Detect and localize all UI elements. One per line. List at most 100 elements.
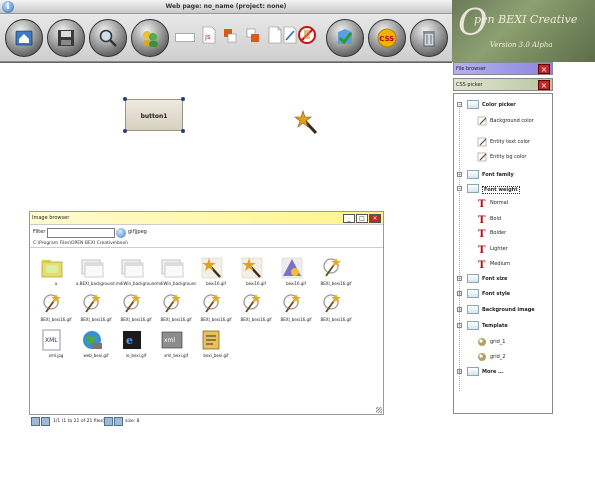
file-label: BEXI_bexi16.gif	[320, 317, 352, 322]
edit-icon[interactable]	[283, 26, 297, 44]
globe-icon	[83, 331, 102, 349]
close-icon[interactable]: ×	[369, 214, 381, 223]
tree-item[interactable]: Normal	[490, 200, 508, 206]
tree-category[interactable]: Color picker	[482, 102, 516, 108]
file-label: xml.jpg	[48, 353, 64, 358]
last-page-icon[interactable]	[114, 417, 123, 426]
tree-expander-icon[interactable]: −	[457, 102, 462, 107]
file-item[interactable]: BEXI_bexi16.gif	[236, 292, 272, 328]
resize-handle-bl[interactable]	[123, 129, 127, 133]
pager-text: 1/1 (1 to 21 of 21 files)	[53, 419, 105, 424]
trash-button[interactable]	[410, 19, 448, 57]
tree-category[interactable]: Background image	[482, 307, 535, 313]
home-button[interactable]	[5, 19, 43, 57]
file-label: bexi16.gif	[206, 281, 226, 286]
file-item[interactable]: BEXI_bexi16.gif	[316, 256, 352, 292]
canvas-button[interactable]: button1	[125, 99, 183, 131]
close-icon[interactable]: ×	[538, 64, 550, 74]
layer-back-icon[interactable]	[223, 26, 237, 44]
prev-page-icon[interactable]	[41, 417, 50, 426]
save-icon	[58, 30, 74, 46]
tree-item[interactable]: grid_1	[490, 339, 505, 345]
tree-item[interactable]: Medium	[490, 261, 510, 267]
tree-item[interactable]: Background color	[490, 118, 534, 124]
shapes-icon	[281, 257, 303, 279]
tree-expander-icon[interactable]: +	[457, 172, 462, 177]
file-item[interactable]: BEXI_bexi16.gif	[276, 292, 312, 328]
users-button[interactable]	[131, 19, 169, 57]
resize-handle-tr[interactable]	[181, 97, 185, 101]
tree-item[interactable]: Lighter	[490, 246, 508, 252]
file-item[interactable]: BEXI_bexi16.gif	[156, 292, 192, 328]
file-label: BEXI_bexi16.gif	[320, 281, 352, 286]
no-icon[interactable]	[298, 24, 316, 46]
file-item[interactable]: bexi_bexi.gif	[196, 328, 232, 364]
file-item[interactable]: mdiWin_background_title.gif	[116, 256, 156, 292]
file-label: BEXI_bexi16.gif	[280, 317, 312, 322]
tree-expander-icon[interactable]: +	[457, 369, 462, 374]
tree-expander-icon[interactable]: −	[457, 323, 462, 328]
tree-expander-icon[interactable]: −	[457, 186, 462, 191]
tree-category[interactable]: Font style	[482, 291, 510, 297]
color-picker-icon	[477, 152, 487, 162]
file-item[interactable]: xml xml_bexi.gif	[156, 328, 192, 364]
tree-category[interactable]: Font weight	[482, 186, 520, 194]
validate-button[interactable]	[326, 19, 364, 57]
page-icon[interactable]	[268, 26, 282, 44]
tree-item[interactable]: Bolder	[490, 230, 506, 236]
file-item[interactable]: BEXI_bexi16.gif	[196, 292, 232, 328]
magic-wand-icon	[163, 294, 181, 313]
file-item[interactable]: web_bexi.gif	[76, 328, 112, 364]
tree-expander-icon[interactable]: +	[457, 276, 462, 281]
file-item[interactable]: e ie_bexi.gif	[116, 328, 152, 364]
file-item[interactable]: bexi16.gif	[236, 256, 272, 292]
js-icon[interactable]: js	[202, 26, 216, 44]
tree-expander-icon[interactable]: +	[457, 307, 462, 312]
file-item[interactable]: bexi16.gif	[276, 256, 312, 292]
tree-category[interactable]: More ...	[482, 369, 504, 375]
mini-input[interactable]	[175, 33, 195, 42]
close-icon[interactable]: ×	[538, 80, 550, 90]
svg-text:CSS: CSS	[379, 35, 394, 43]
file-browser-panel[interactable]: File browser ×	[453, 62, 553, 75]
logo-name: pen BEXI Creative	[474, 13, 578, 26]
css-picker-tree: − Color picker Background color Entity text…	[453, 93, 553, 414]
search-button[interactable]	[89, 19, 127, 57]
window-icon	[161, 259, 184, 278]
file-item[interactable]: BEXI_bexi16.gif	[76, 292, 112, 328]
save-button[interactable]	[47, 19, 85, 57]
resize-handle-tl[interactable]	[123, 97, 127, 101]
next-page-icon[interactable]	[104, 417, 113, 426]
file-item[interactable]: BEXI_bexi16.gif	[316, 292, 352, 328]
minimize-icon[interactable]: _	[343, 214, 355, 223]
tree-item[interactable]: Entity bg color	[490, 154, 526, 160]
file-item[interactable]: a	[36, 256, 72, 292]
file-item[interactable]: XML xml.jpg	[36, 328, 72, 364]
tree-item[interactable]: grid_2	[490, 354, 505, 360]
tree-category[interactable]: Template	[482, 323, 508, 329]
file-item[interactable]: BEXI_bexi16.gif	[116, 292, 152, 328]
tree-category[interactable]: Font size	[482, 276, 507, 282]
maximize-icon[interactable]: □	[356, 214, 368, 223]
file-item[interactable]: BEXI_bexi16.gif	[36, 292, 72, 328]
css-button[interactable]: CSS	[368, 19, 406, 57]
tree-item[interactable]: Entity text color	[490, 139, 530, 145]
image-browser-titlebar[interactable]: Image browser _ □ ×	[30, 212, 383, 225]
css-picker-panel[interactable]: CSS picker ×	[453, 78, 553, 91]
file-item[interactable]: bexi16.gif	[196, 256, 232, 292]
browser-icon: e	[123, 331, 141, 349]
magic-wand-icon[interactable]	[294, 110, 320, 136]
file-item[interactable]: a.BEXI_background.gif	[76, 256, 116, 292]
resize-grip-icon[interactable]	[376, 407, 382, 413]
first-page-icon[interactable]	[31, 417, 40, 426]
layer-front-icon[interactable]	[246, 26, 260, 44]
tree-item[interactable]: Bold	[490, 216, 501, 222]
resize-handle-br[interactable]	[181, 129, 185, 133]
filter-go-icon[interactable]	[116, 228, 126, 238]
tree-expander-icon[interactable]: +	[457, 291, 462, 296]
filter-pattern: gif|jpeg	[128, 229, 147, 235]
tree-category[interactable]: Font family	[482, 172, 514, 178]
font-weight-icon: T	[478, 229, 486, 238]
file-item[interactable]: mdiWin_background_gif	[156, 256, 196, 292]
filter-input[interactable]	[47, 228, 115, 238]
